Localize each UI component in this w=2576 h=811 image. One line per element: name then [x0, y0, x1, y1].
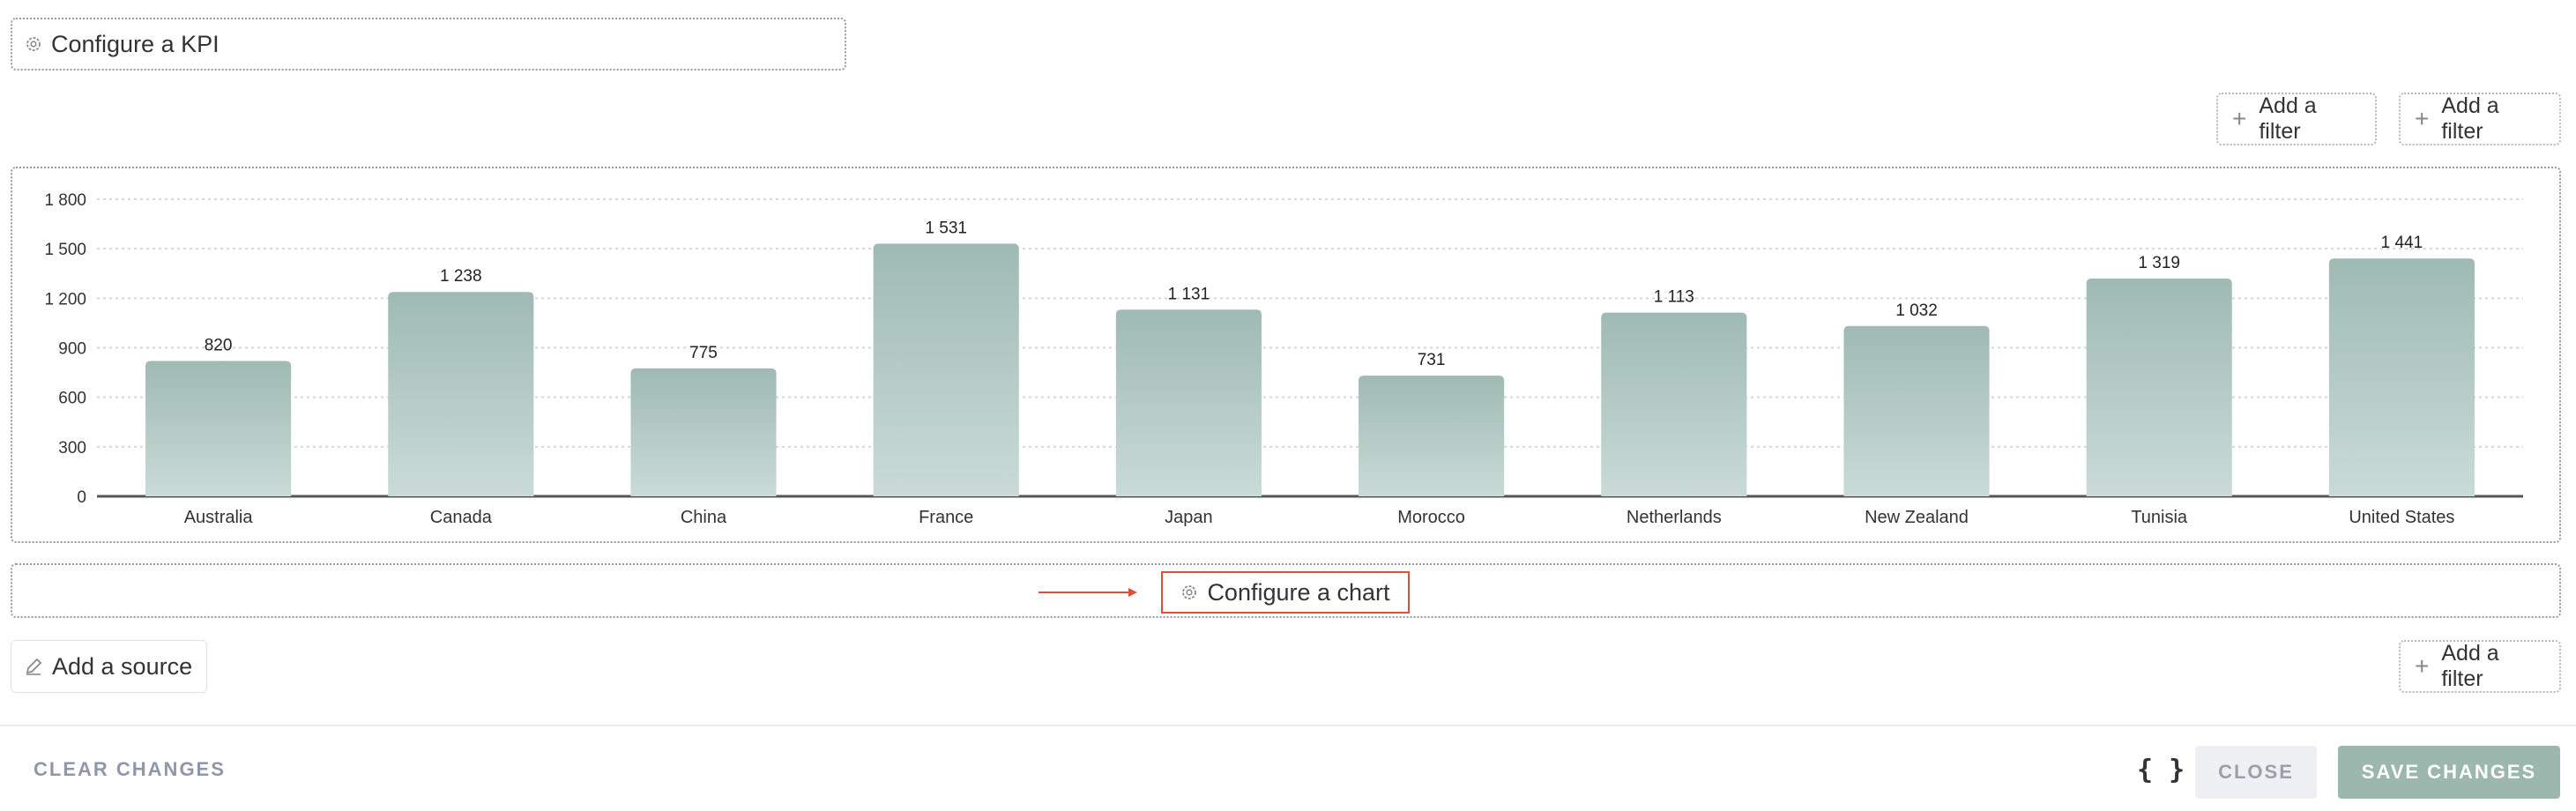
bar-value-label: 820	[205, 336, 233, 354]
x-tick-label: France	[919, 508, 973, 527]
bar-china	[630, 368, 777, 496]
chart-container: 0 300 600 900 1 200 1 500 1 800 820 Australia 1 2…	[11, 167, 2561, 543]
x-tick-label: Australia	[184, 508, 254, 527]
x-tick-label: Netherlands	[1627, 508, 1722, 527]
add-filter-button-3[interactable]: + Add a filter	[2399, 640, 2561, 693]
x-tick-label: United States	[2349, 508, 2454, 527]
x-tick-label: Morocco	[1397, 508, 1465, 527]
arrow-annotation	[1039, 588, 1137, 597]
add-filter-label: Add a filter	[2441, 641, 2499, 691]
y-tick-label: 0	[77, 488, 86, 507]
gear-icon	[1180, 584, 1198, 601]
bar-chart: 0 300 600 900 1 200 1 500 1 800 820 Australia 1 2…	[44, 191, 2523, 527]
add-filter-button-2[interactable]: + Add a filter	[2399, 93, 2561, 145]
pencil-icon	[24, 657, 43, 676]
bar-value-label: 1 032	[1895, 301, 1938, 320]
gear-icon	[25, 35, 42, 53]
add-source-button[interactable]: Add a source	[11, 640, 207, 693]
plus-icon: +	[2415, 105, 2430, 132]
y-tick-label: 1 200	[44, 290, 86, 309]
x-tick-label: New Zealand	[1865, 508, 1969, 527]
configure-chart-label: Configure a chart	[1207, 578, 1390, 606]
close-button[interactable]: CLOSE	[2195, 746, 2317, 799]
configure-kpi-label: Configure a KPI	[51, 30, 220, 57]
x-tick-label: China	[681, 508, 727, 527]
bar-japan	[1115, 309, 1262, 496]
bar-netherlands	[1601, 312, 1747, 496]
configure-chart-button[interactable]: Configure a chart	[1161, 571, 1410, 614]
plus-icon: +	[2232, 105, 2247, 132]
add-source-label: Add a source	[52, 652, 193, 680]
x-tick-label: Canada	[430, 508, 493, 527]
save-changes-button[interactable]: SAVE CHANGES	[2338, 746, 2560, 799]
bar-value-label: 1 113	[1654, 288, 1694, 307]
bar-morocco	[1359, 376, 1505, 496]
clear-changes-button[interactable]: CLEAR CHANGES	[34, 758, 226, 781]
bar-united-states	[2328, 258, 2475, 496]
plus-icon: +	[2415, 652, 2430, 680]
json-braces-button[interactable]: { }	[2137, 755, 2185, 785]
add-filter-button-1[interactable]: + Add a filter	[2216, 93, 2377, 145]
footer-bar	[0, 725, 2576, 811]
bar-value-label: 731	[1418, 351, 1446, 369]
bar-value-label: 775	[689, 344, 718, 362]
bar-tunisia	[2086, 279, 2232, 496]
add-filter-label: Add a filter	[2441, 93, 2499, 144]
bar-value-label: 1 238	[440, 267, 482, 286]
y-tick-label: 600	[58, 390, 86, 408]
bar-value-label: 1 131	[1168, 285, 1210, 303]
bar-australia	[145, 361, 292, 496]
bar-value-label: 1 531	[925, 219, 967, 237]
bar-canada	[388, 292, 534, 496]
y-tick-label: 1 800	[44, 191, 86, 210]
y-tick-label: 900	[58, 340, 86, 359]
bar-value-label: 1 441	[2381, 234, 2423, 252]
bar-france	[873, 243, 1019, 496]
x-tick-label: Tunisia	[2131, 508, 2188, 527]
add-filter-label: Add a filter	[2259, 93, 2317, 144]
configure-kpi-button[interactable]: Configure a KPI	[11, 18, 846, 71]
y-tick-label: 1 500	[44, 241, 86, 259]
x-tick-label: Japan	[1165, 508, 1213, 527]
y-tick-label: 300	[58, 439, 86, 458]
bar-value-label: 1 319	[2138, 254, 2180, 272]
bar-new-zealand	[1843, 325, 1990, 496]
